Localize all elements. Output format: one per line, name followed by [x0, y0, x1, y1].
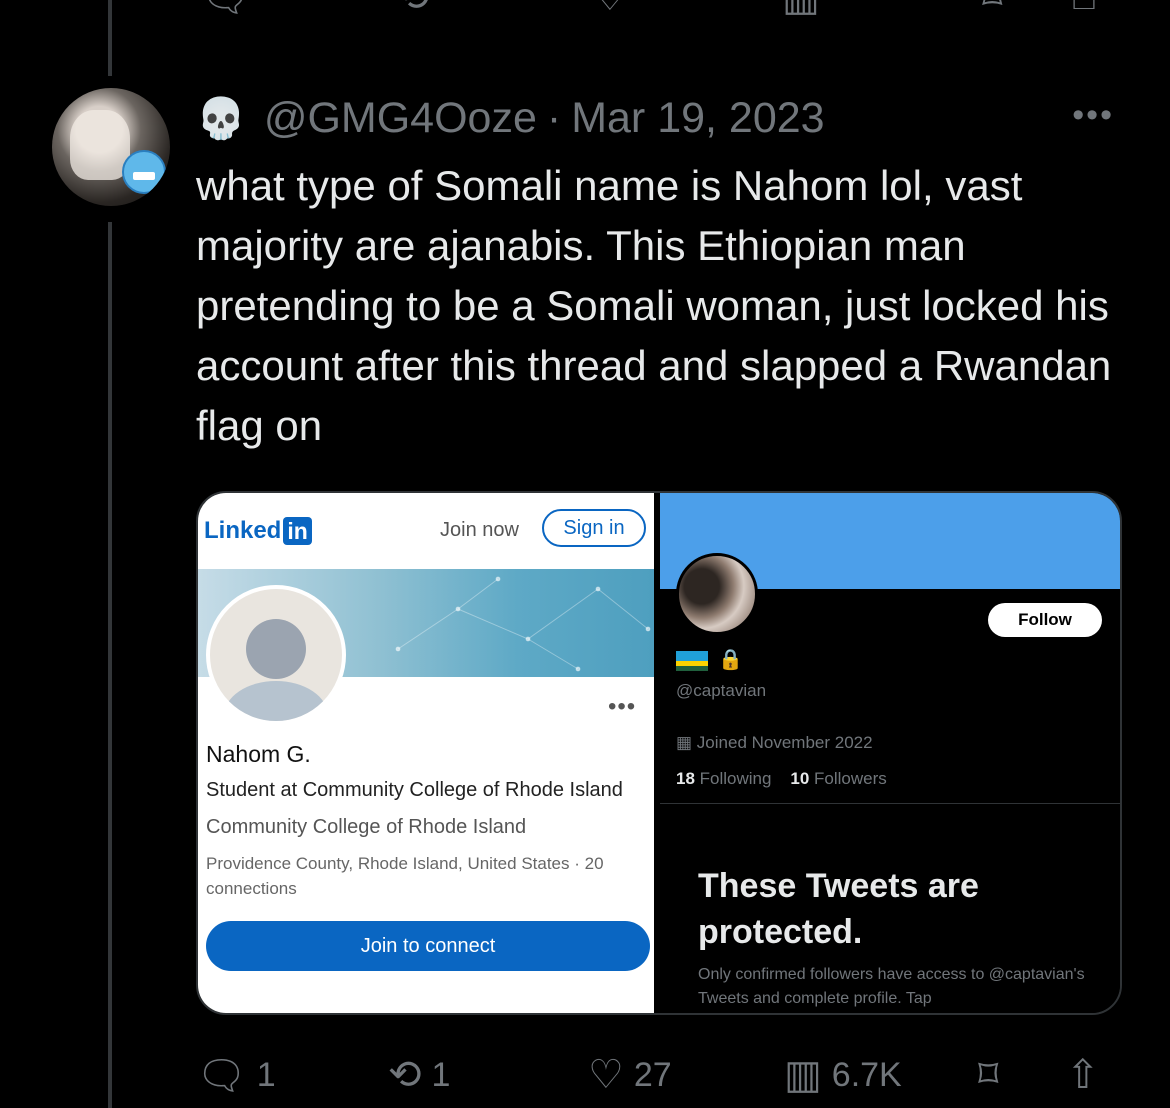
linkedin-sign-in: Sign in: [542, 509, 646, 547]
thread-connector-top: [108, 0, 112, 76]
share-button[interactable]: ⇧: [1066, 1052, 1110, 1098]
reply-button[interactable]: 🗨 1: [196, 1052, 276, 1099]
bookmark-icon: ⌑: [978, 1053, 999, 1097]
linkedin-location: Providence County, Rhode Island, United …: [206, 854, 604, 898]
author-avatar[interactable]: [52, 88, 170, 206]
retweet-count: 1: [431, 1055, 451, 1094]
profile-handle: @captavian: [676, 681, 767, 700]
linkedin-more-icon: •••: [608, 693, 637, 720]
protected-body: Only confirmed followers have access to …: [698, 966, 1085, 1007]
bookmark-icon[interactable]: ⌑: [982, 0, 1003, 20]
tweet-text: what type of Somali name is Nahom lol, v…: [196, 162, 1112, 449]
bookmark-button[interactable]: ⌑: [978, 1052, 1009, 1098]
lock-icon: 🔒: [718, 649, 743, 671]
linkedin-school: Community College of Rhode Island: [206, 816, 527, 838]
header-separator: ·: [546, 93, 562, 142]
tweet-date[interactable]: Mar 19, 2023: [571, 94, 824, 143]
retweet-icon: ⟲: [388, 1053, 422, 1097]
grimace-emoji-icon: [122, 150, 166, 194]
linkedin-name: Nahom G.: [206, 741, 311, 767]
thread-connector-bottom: [108, 222, 112, 1108]
reply-count: 1: [256, 1056, 276, 1094]
follow-button: Follow: [988, 603, 1102, 637]
views-count: 6.7K: [831, 1055, 902, 1094]
like-count: 27: [633, 1055, 672, 1094]
skull-emoji-icon[interactable]: 💀: [196, 95, 246, 142]
linkedin-join-now: Join now: [440, 519, 519, 541]
linkedin-logo-text: Linked: [204, 517, 282, 544]
more-options-icon[interactable]: •••: [1072, 96, 1114, 135]
linkedin-join-button: Join to connect: [206, 921, 650, 971]
avatar-shoulders-shape: [224, 681, 328, 721]
joined-text: Joined November 2022: [696, 733, 873, 752]
heart-icon[interactable]: ♡: [592, 0, 628, 20]
like-button[interactable]: ♡ 27: [588, 1052, 672, 1098]
twitter-profile-screenshot: Follow 🔒 @captavian ▦ Joined November 20…: [660, 493, 1120, 1013]
linkedin-logo: Linked in: [204, 517, 312, 545]
avatar-photo: [70, 110, 130, 180]
views-icon[interactable]: ▥: [782, 0, 820, 20]
reply-icon: 🗨: [196, 1054, 247, 1098]
views-icon: ▥: [784, 1053, 822, 1097]
retweet-icon[interactable]: ⟲: [396, 0, 430, 20]
profile-divider: [660, 803, 1120, 804]
share-icon[interactable]: ⎕: [1072, 0, 1096, 19]
profile-avatar: [676, 553, 758, 635]
rwanda-flag-icon: [676, 651, 708, 671]
views-button[interactable]: ▥ 6.7K: [784, 1052, 902, 1098]
retweet-button[interactable]: ⟲ 1: [388, 1052, 450, 1098]
follow-stats: 18 Following 10 Followers: [676, 769, 887, 789]
followers-label: Followers: [814, 769, 887, 788]
followers-count: 10: [790, 769, 810, 788]
tweet-action-bar: 🗨 1 ⟲ 1 ♡ 27 ▥ 6.7K ⌑ ⇧: [196, 1052, 1116, 1108]
calendar-icon: ▦: [676, 733, 697, 752]
following-label: Following: [699, 769, 772, 788]
reply-icon[interactable]: 🗨: [200, 0, 251, 21]
author-handle[interactable]: @GMG4Ooze: [264, 94, 537, 143]
tweet-media[interactable]: Linked in Join now Sign in ••• Nahom G. S…: [196, 491, 1122, 1015]
linkedin-avatar-placeholder: [206, 585, 346, 725]
share-icon: ⇧: [1066, 1053, 1100, 1097]
joined-date: ▦ Joined November 2022: [676, 733, 873, 753]
linkedin-screenshot: Linked in Join now Sign in ••• Nahom G. S…: [198, 493, 654, 1013]
tweet-header: 💀 @GMG4Ooze · Mar 19, 2023: [196, 92, 825, 144]
protected-title: These Tweets are protected.: [698, 867, 979, 951]
heart-icon: ♡: [588, 1053, 624, 1097]
avatar-head-shape: [246, 619, 306, 679]
linkedin-logo-in: in: [283, 517, 312, 545]
linkedin-headline: Student at Community College of Rhode Is…: [206, 779, 623, 801]
following-count: 18: [676, 769, 695, 788]
previous-tweet-action-bar: 🗨 ⟲ ♡ ▥ ⌑ ⎕: [0, 0, 1170, 20]
